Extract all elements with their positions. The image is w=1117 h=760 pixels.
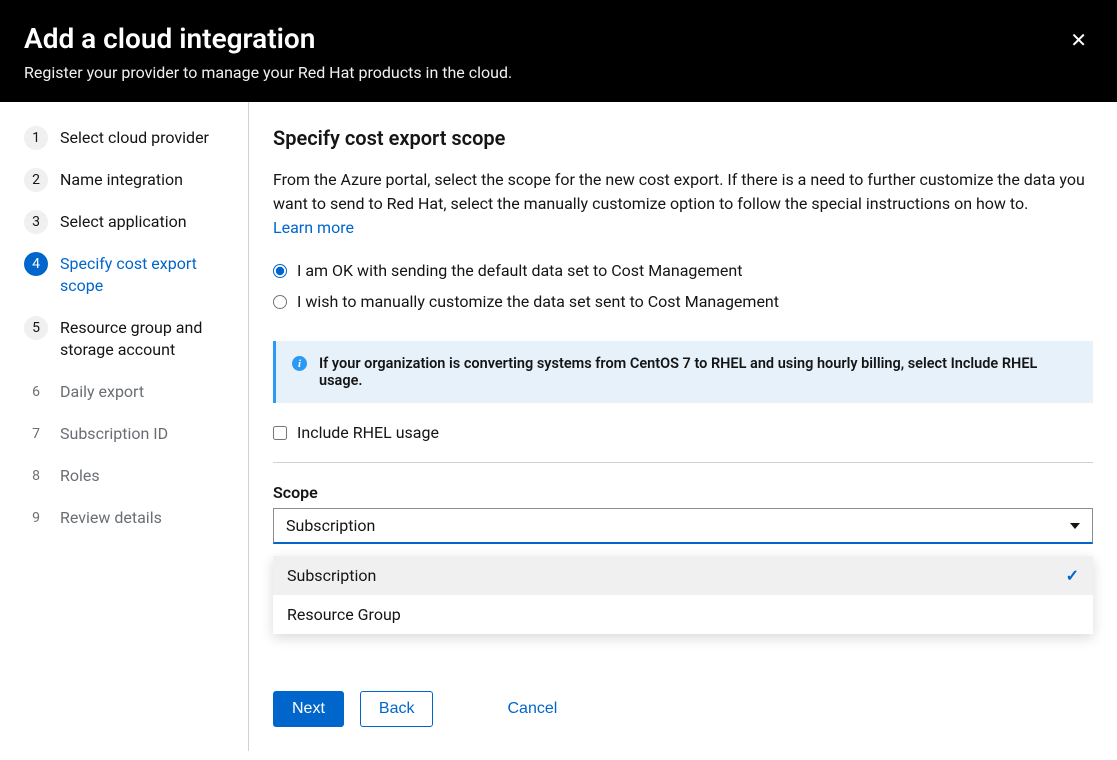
scope-label: Scope [273,483,1093,502]
step-number: 6 [24,380,48,404]
dialog-title: Add a cloud integration [24,22,1093,55]
wizard-step-8[interactable]: 8 Roles [24,464,232,488]
step-label: Review details [60,506,162,529]
cancel-button[interactable]: Cancel [489,692,575,726]
step-label: Roles [60,464,100,487]
wizard-step-6[interactable]: 6 Daily export [24,380,232,404]
step-number: 9 [24,506,48,530]
wizard-step-4[interactable]: 4 Specify cost export scope [24,252,232,298]
wizard-step-5[interactable]: 5 Resource group and storage account [24,316,232,362]
wizard-footer: Next Back Cancel [273,671,1093,727]
wizard-step-9[interactable]: 9 Review details [24,506,232,530]
learn-more-link[interactable]: Learn more [273,218,1093,237]
step-description: From the Azure portal, select the scope … [273,168,1093,216]
scope-option-subscription[interactable]: Subscription ✓ [273,556,1093,595]
include-rhel-checkbox[interactable]: Include RHEL usage [273,423,1093,442]
step-label: Specify cost export scope [60,252,232,298]
wizard-content: Specify cost export scope From the Azure… [249,102,1117,751]
radio-default-data[interactable]: I am OK with sending the default data se… [273,261,1093,280]
step-number: 1 [24,126,48,150]
include-rhel-input[interactable] [273,426,287,440]
wizard-step-3[interactable]: 3 Select application [24,210,232,234]
wizard-step-1[interactable]: 1 Select cloud provider [24,126,232,150]
alert-text: If your organization is converting syste… [319,355,1077,389]
scope-selected-value: Subscription [286,516,375,535]
step-number: 8 [24,464,48,488]
step-number: 2 [24,168,48,192]
step-number: 4 [24,252,48,276]
step-label: Daily export [60,380,144,403]
radio-default-input[interactable] [273,264,287,278]
step-number: 3 [24,210,48,234]
caret-down-icon [1070,523,1080,529]
option-label: Resource Group [287,605,401,624]
option-label: Subscription [287,566,376,585]
next-button[interactable]: Next [273,691,344,727]
scope-dropdown: Subscription ✓ Resource Group [273,556,1093,634]
info-icon: i [292,356,307,371]
scope-select[interactable]: Subscription Subscription✓Resource Group [273,508,1093,544]
include-rhel-label: Include RHEL usage [297,423,439,442]
wizard-steps: 1 Select cloud provider 2 Name integration 3… [0,102,249,751]
step-label: Name integration [60,168,183,191]
wizard-step-7[interactable]: 7 Subscription ID [24,422,232,446]
info-alert: i If your organization is converting sys… [273,341,1093,403]
radio-custom-input[interactable] [273,295,287,309]
step-label: Select cloud provider [60,126,209,149]
step-number: 7 [24,422,48,446]
radio-custom-label: I wish to manually customize the data se… [297,292,779,311]
close-icon: ✕ [1070,30,1087,52]
wizard-step-2[interactable]: 2 Name integration [24,168,232,192]
scope-option-resource-group[interactable]: Resource Group [273,595,1093,634]
step-label: Subscription ID [60,422,168,445]
radio-default-label: I am OK with sending the default data se… [297,261,742,280]
step-label: Select application [60,210,187,233]
dialog-header: Add a cloud integration Register your pr… [0,0,1117,102]
dialog-subtitle: Register your provider to manage your Re… [24,63,1093,82]
step-label: Resource group and storage account [60,316,232,362]
radio-custom-data[interactable]: I wish to manually customize the data se… [273,292,1093,311]
scope-select-toggle[interactable]: Subscription [273,508,1093,544]
divider [273,462,1093,463]
check-icon: ✓ [1066,566,1079,585]
step-heading: Specify cost export scope [273,126,1093,150]
step-number: 5 [24,316,48,340]
close-button[interactable]: ✕ [1070,28,1087,53]
back-button[interactable]: Back [360,691,434,727]
